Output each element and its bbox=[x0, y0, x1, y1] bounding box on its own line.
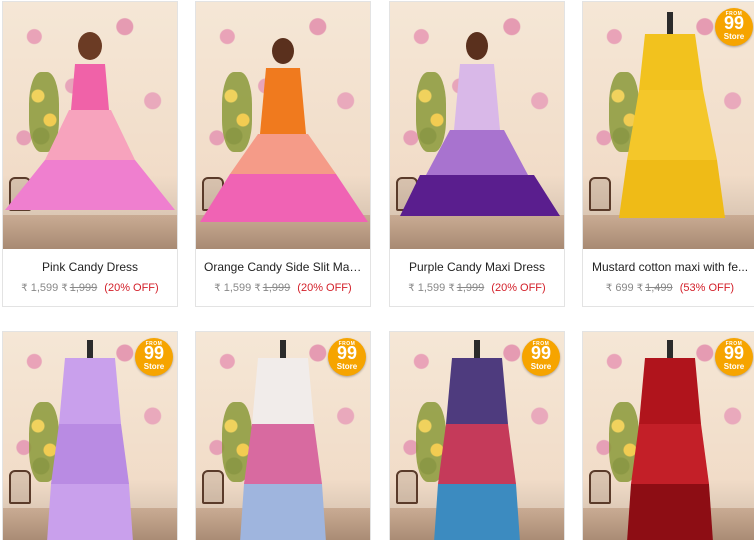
store-99-badge: FROM 99 Store bbox=[715, 8, 753, 46]
discount-label: (20% OFF) bbox=[297, 282, 352, 294]
dress-figure bbox=[627, 358, 713, 540]
discount-label: (53% OFF) bbox=[679, 282, 735, 294]
product-title[interactable]: Orange Candy Side Slit Maxi ... bbox=[196, 260, 370, 274]
store-99-badge: FROM 99 Store bbox=[522, 338, 560, 376]
product-title[interactable]: Pink Candy Dress bbox=[3, 260, 177, 274]
product-image[interactable]: FROM 99 Store bbox=[3, 332, 177, 540]
product-price: ₹ 1,599 ₹1,999 (20% OFF) bbox=[214, 282, 352, 294]
product-price: ₹ 1,599 ₹1,999 (20% OFF) bbox=[408, 282, 546, 294]
rupee-icon: ₹ bbox=[636, 283, 644, 294]
product-title[interactable]: Purple Candy Maxi Dress bbox=[390, 260, 564, 274]
rupee-icon: ₹ bbox=[61, 283, 68, 294]
product-card[interactable]: Pink Candy Dress ₹ 1,599 ₹1,999 (20% OFF… bbox=[2, 1, 178, 307]
rupee-icon: ₹ bbox=[448, 283, 455, 294]
discount-label: (20% OFF) bbox=[104, 282, 159, 294]
store-99-badge: FROM 99 Store bbox=[328, 338, 366, 376]
rupee-icon: ₹ bbox=[408, 283, 415, 294]
product-card[interactable]: FROM 99 Store Mustard cotton maxi with f… bbox=[582, 1, 754, 307]
discount-label: (20% OFF) bbox=[491, 282, 546, 294]
product-image[interactable]: FROM 99 Store bbox=[390, 332, 564, 540]
dress-figure bbox=[619, 34, 725, 218]
product-image[interactable]: FROM 99 Store bbox=[196, 332, 370, 540]
product-image[interactable]: FROM 99 Store bbox=[583, 2, 754, 249]
dress-figure bbox=[47, 358, 133, 540]
product-title[interactable]: Mustard cotton maxi with fe... bbox=[583, 260, 754, 274]
dress-figure bbox=[200, 68, 368, 222]
product-image[interactable] bbox=[196, 2, 370, 249]
product-price: ₹ 1,599 ₹1,999 (20% OFF) bbox=[21, 282, 159, 294]
dress-figure bbox=[5, 64, 175, 210]
product-card[interactable]: Purple Candy Maxi Dress ₹ 1,599 ₹1,999 (… bbox=[389, 1, 565, 307]
rupee-icon: ₹ bbox=[254, 283, 261, 294]
product-image[interactable] bbox=[390, 2, 564, 249]
dress-figure bbox=[400, 64, 560, 216]
dress-figure bbox=[240, 358, 326, 540]
product-grid: Pink Candy Dress ₹ 1,599 ₹1,999 (20% OFF… bbox=[0, 0, 754, 540]
product-image[interactable] bbox=[3, 2, 177, 249]
product-card[interactable]: FROM 99 Store bbox=[2, 331, 178, 540]
store-99-badge: FROM 99 Store bbox=[135, 338, 173, 376]
rupee-icon: ₹ bbox=[21, 283, 28, 294]
product-image[interactable]: FROM 99 Store bbox=[583, 332, 754, 540]
product-price: ₹ 699 ₹1,499 (53% OFF) bbox=[605, 282, 735, 294]
product-card[interactable]: FROM 99 Store bbox=[389, 331, 565, 540]
rupee-icon: ₹ bbox=[605, 283, 613, 294]
store-99-badge: FROM 99 Store bbox=[715, 338, 753, 376]
product-card[interactable]: FROM 99 Store bbox=[582, 331, 754, 540]
dress-figure bbox=[434, 358, 520, 540]
rupee-icon: ₹ bbox=[214, 283, 221, 294]
product-card[interactable]: FROM 99 Store bbox=[195, 331, 371, 540]
product-card[interactable]: Orange Candy Side Slit Maxi ... ₹ 1,599 … bbox=[195, 1, 371, 307]
